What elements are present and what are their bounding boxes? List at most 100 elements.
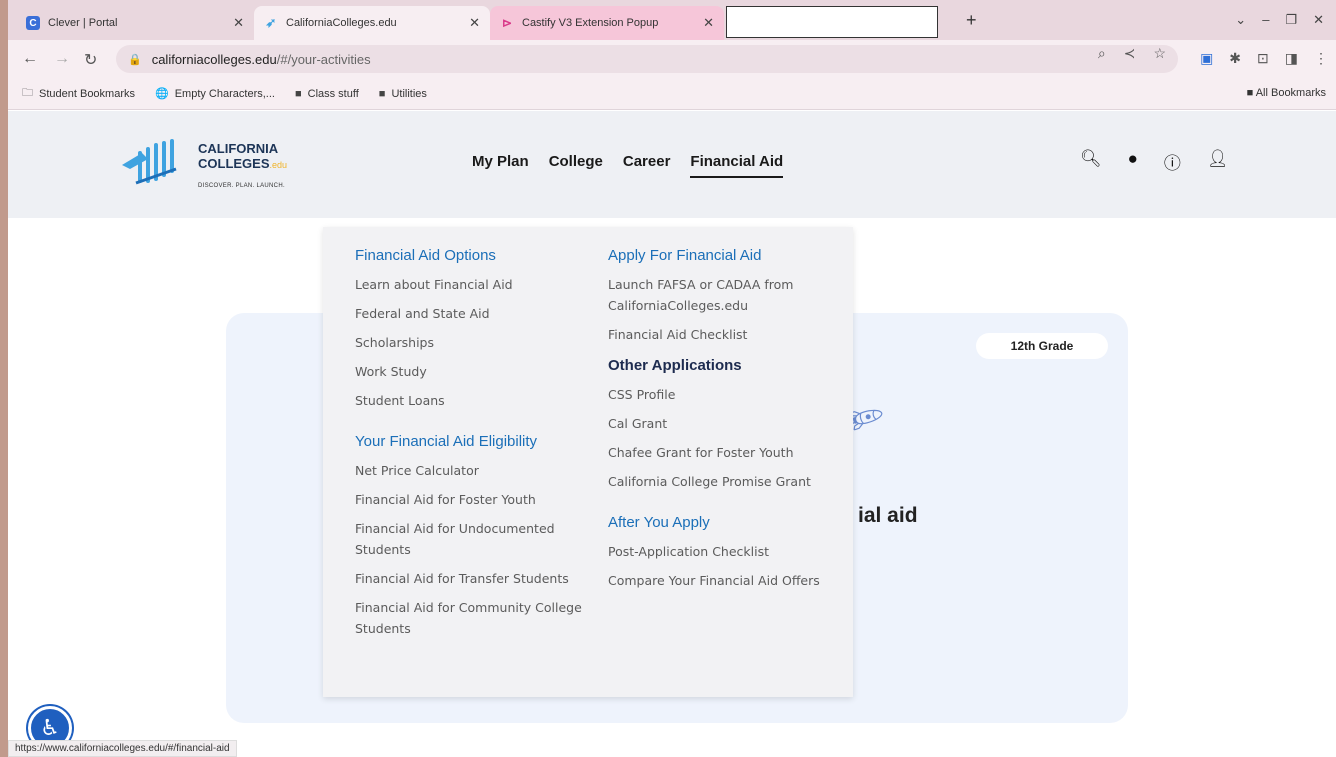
zoom-icon[interactable]: ⌕ [1098,45,1106,62]
clever-favicon-icon: C [26,16,40,30]
search-icon[interactable]: 🔍︎ [1080,149,1102,174]
tab-title: Clever | Portal [48,17,118,29]
nav-financial-aid[interactable]: Financial Aid [690,153,784,178]
all-bookmarks-label: All Bookmarks [1255,87,1326,99]
link-launch-fafsa[interactable]: Launch FAFSA or CADAA from CaliforniaCol… [608,274,848,316]
link-net-price-calculator[interactable]: Net Price Calculator [355,460,595,481]
folder-icon: ■ [1246,87,1256,99]
link-aid-foster-youth[interactable]: Financial Aid for Foster Youth [355,489,595,510]
heading-financial-aid-options[interactable]: Financial Aid Options [355,247,595,264]
address-bar-actions: ⌕ ≺ ☆ [1098,45,1166,62]
address-path: /#/your-activities [276,51,371,67]
redacted-tab[interactable] [726,6,938,38]
share-icon[interactable]: ≺ [1124,45,1136,62]
bookmark-label: Empty Characters,... [174,87,275,100]
tab-castify[interactable]: ⊳ Castify V3 Extension Popup ✕ [490,6,724,40]
globe-icon: 🌐 [155,88,169,100]
bookmark-star-icon[interactable]: ☆ [1153,45,1166,62]
site-header: CALIFORNIA COLLEGES.edu DISCOVER. PLAN. … [8,111,1336,218]
close-window-icon[interactable]: ✕ [1313,12,1324,28]
close-tab-icon[interactable]: ✕ [469,15,480,31]
folder-icon: ■ [294,87,302,100]
link-promise-grant[interactable]: California College Promise Grant [608,471,848,492]
close-tab-icon[interactable]: ✕ [703,15,714,31]
link-student-loans[interactable]: Student Loans [355,390,595,411]
link-chafee-grant[interactable]: Chafee Grant for Foster Youth [608,442,848,463]
cast-icon[interactable]: ⊡ [1257,50,1269,67]
address-bar[interactable]: 🔒 californiacolleges.edu /#/your-activit… [116,45,1178,73]
bookmark-label: Student Bookmarks [39,87,135,100]
browser-toolbar: ← → ↻ 🔒 californiacolleges.edu /#/your-a… [8,40,1336,78]
main-nav: My Plan College Career Financial Aid [472,153,784,178]
link-federal-state-aid[interactable]: Federal and State Aid [355,303,595,324]
castify-favicon-icon: ⊳ [501,16,513,30]
new-tab-icon[interactable]: + [966,10,977,31]
logo-tagline: DISCOVER. PLAN. LAUNCH. [198,183,285,189]
back-icon[interactable]: ← [22,50,38,68]
link-aid-transfer[interactable]: Financial Aid for Transfer Students [355,568,595,589]
link-work-study[interactable]: Work Study [355,361,595,382]
nav-college[interactable]: College [549,153,603,178]
status-bar-url: https://www.californiacolleges.edu/#/fin… [8,740,237,757]
link-aid-undocumented[interactable]: Financial Aid for Undocumented Students [355,518,595,560]
link-scholarships[interactable]: Scholarships [355,332,595,353]
bookmark-class-stuff[interactable]: ■ Class stuff [295,88,359,100]
header-icons: 🔍︎ ● ⓘ 👤︎ [1080,149,1228,174]
web-page: CALIFORNIA COLLEGES.edu DISCOVER. PLAN. … [8,111,1336,757]
reload-icon[interactable]: ↻ [84,50,97,70]
restore-icon[interactable]: ❐ [1285,12,1297,28]
bookmark-label: Utilities [391,87,427,100]
logo-mark-icon [122,139,177,185]
bookmark-utilities[interactable]: ■ Utilities [379,88,427,100]
logo-text: CALIFORNIA COLLEGES.edu DISCOVER. PLAN. … [198,141,287,194]
tab-californiacolleges[interactable]: ➶ CaliforniaColleges.edu ✕ [254,6,490,40]
profile-icon[interactable]: 👤︎ [1207,149,1229,174]
link-learn-about-financial-aid[interactable]: Learn about Financial Aid [355,274,595,295]
window-controls: ⌄ – ❐ ✕ [1235,12,1324,28]
extensions-puzzle-icon[interactable]: ✱ [1229,50,1241,67]
heading-apply-for-aid[interactable]: Apply For Financial Aid [608,247,848,264]
bookmark-label: Class stuff [307,87,359,100]
tab-strip: C Clever | Portal ✕ ➶ CaliforniaColleges… [8,0,1336,40]
link-aid-community-college[interactable]: Financial Aid for Community College Stud… [355,597,595,639]
logo-line1: CALIFORNIA [198,141,279,156]
californiacolleges-logo[interactable]: CALIFORNIA COLLEGES.edu DISCOVER. PLAN. … [118,135,318,195]
side-panel-icon[interactable]: ◨ [1285,50,1298,67]
logo-line2: COLLEGES [198,156,270,171]
tab-clever[interactable]: C Clever | Portal ✕ [16,6,254,40]
californiacolleges-favicon-icon: ➶ [265,15,277,30]
messages-icon[interactable]: ● [1128,149,1138,174]
tab-title: CaliforniaColleges.edu [286,17,397,29]
lock-icon: 🔒 [128,53,142,66]
close-tab-icon[interactable]: ✕ [233,15,244,31]
extension-icon[interactable]: ▣ [1200,50,1213,67]
nav-my-plan[interactable]: My Plan [472,153,529,178]
dropdown-left-column: Financial Aid Options Learn about Financ… [355,247,595,647]
extension-icons: ▣ ✱ ⊡ ◨ ⋮ [1200,50,1328,67]
bookmark-student-bookmarks[interactable]: 🗀 Student Bookmarks [22,84,135,103]
link-aid-checklist[interactable]: Financial Aid Checklist [608,324,848,345]
tab-title: Castify V3 Extension Popup [522,17,659,29]
dropdown-right-column: Apply For Financial Aid Launch FAFSA or … [608,247,848,599]
folder-icon: 🗀 [22,87,33,99]
link-compare-offers[interactable]: Compare Your Financial Aid Offers [608,570,848,591]
heading-after-you-apply[interactable]: After You Apply [608,514,848,531]
grade-badge: 12th Grade [976,333,1108,359]
bookmark-empty-characters[interactable]: 🌐 Empty Characters,... [155,87,275,101]
address-host: californiacolleges.edu [151,51,277,67]
logo-edu: .edu [269,160,288,170]
tab-search-icon[interactable]: ⌄ [1235,12,1246,28]
bookmarks-bar: 🗀 Student Bookmarks 🌐 Empty Characters,...… [8,78,1336,110]
menu-kebab-icon[interactable]: ⋮ [1314,50,1328,67]
browser-window: C Clever | Portal ✕ ➶ CaliforniaColleges… [8,0,1336,757]
forward-icon[interactable]: → [54,50,70,68]
minimize-icon[interactable]: – [1262,12,1269,28]
link-post-application-checklist[interactable]: Post-Application Checklist [608,541,848,562]
link-cal-grant[interactable]: Cal Grant [608,413,848,434]
heading-eligibility[interactable]: Your Financial Aid Eligibility [355,433,595,450]
all-bookmarks[interactable]: ■ All Bookmarks [1247,87,1326,99]
folder-icon: ■ [378,87,386,100]
nav-career[interactable]: Career [623,153,671,178]
help-icon[interactable]: ⓘ [1164,149,1181,174]
link-css-profile[interactable]: CSS Profile [608,384,848,405]
